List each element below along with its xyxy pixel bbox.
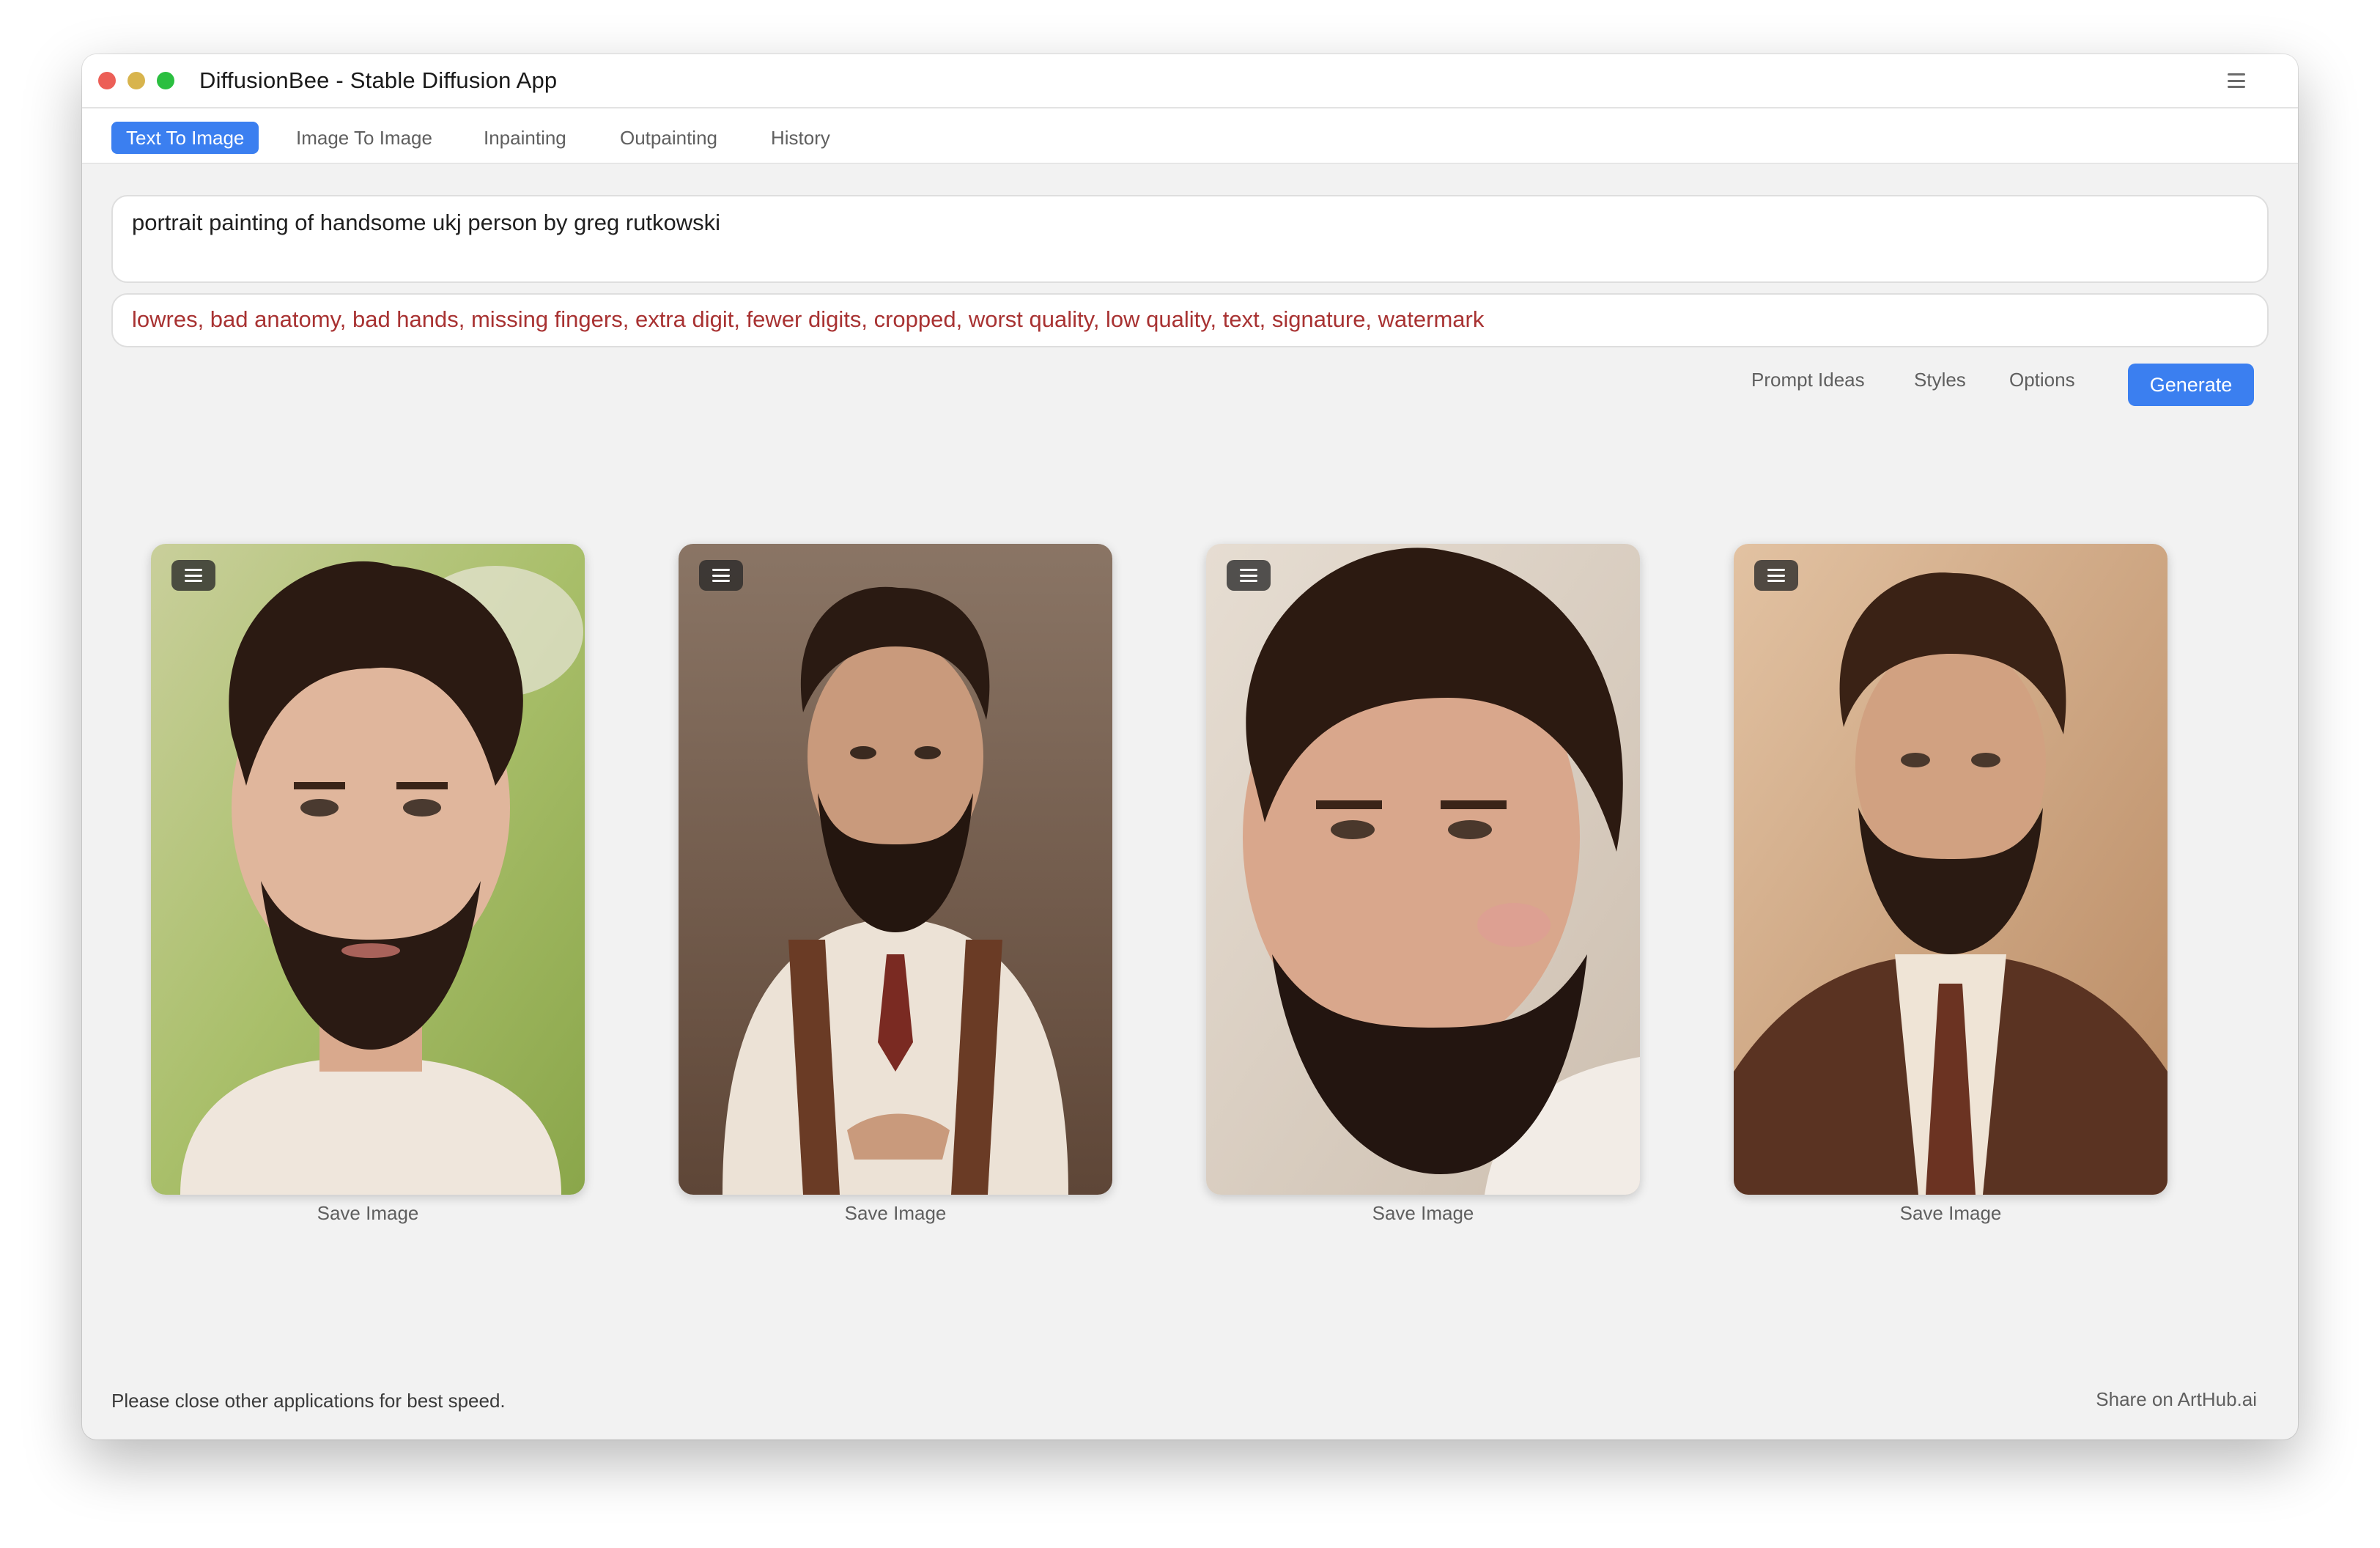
portrait-image [679, 544, 1112, 1195]
prompt-text: portrait painting of handsome ukj person… [132, 210, 720, 235]
card-menu-button[interactable] [171, 560, 215, 591]
menu-icon [185, 569, 202, 582]
share-arthub-link[interactable]: Share on ArtHub.ai [2096, 1388, 2257, 1411]
card-menu-button[interactable] [699, 560, 743, 591]
tab-inpainting[interactable]: Inpainting [484, 122, 566, 154]
status-tip: Please close other applications for best… [111, 1390, 506, 1412]
save-image-button-2[interactable]: Save Image [679, 1202, 1112, 1225]
generate-button[interactable]: Generate [2128, 364, 2254, 406]
app-window: DiffusionBee - Stable Diffusion App Text… [82, 54, 2298, 1440]
card-menu-button[interactable] [1227, 560, 1271, 591]
zoom-window-button[interactable] [157, 72, 174, 89]
styles-button[interactable]: Styles [1914, 365, 1966, 394]
prompt-input[interactable]: portrait painting of handsome ukj person… [111, 195, 2269, 283]
menu-icon [1240, 569, 1257, 582]
portrait-image [151, 544, 585, 1195]
menu-icon [1767, 569, 1785, 582]
portrait-image [1734, 544, 2168, 1195]
tab-outpainting[interactable]: Outpainting [620, 122, 717, 154]
tab-text-to-image[interactable]: Text To Image [111, 122, 259, 154]
prompt-ideas-button[interactable]: Prompt Ideas [1751, 365, 1865, 394]
minimize-window-button[interactable] [128, 72, 145, 89]
title-bar: DiffusionBee - Stable Diffusion App [82, 54, 2298, 108]
menu-icon [712, 569, 730, 582]
window-title: DiffusionBee - Stable Diffusion App [199, 67, 558, 93]
tab-history[interactable]: History [771, 122, 830, 154]
tab-image-to-image[interactable]: Image To Image [296, 122, 432, 154]
result-image-3[interactable] [1206, 544, 1640, 1195]
negative-prompt-input[interactable]: lowres, bad anatomy, bad hands, missing … [111, 293, 2269, 347]
result-image-1[interactable] [151, 544, 585, 1195]
card-menu-button[interactable] [1754, 560, 1798, 591]
hamburger-menu-icon[interactable] [2228, 73, 2245, 88]
save-image-button-4[interactable]: Save Image [1734, 1202, 2168, 1225]
portrait-image [1206, 544, 1640, 1195]
close-window-button[interactable] [98, 72, 116, 89]
result-image-2[interactable] [679, 544, 1112, 1195]
result-image-4[interactable] [1734, 544, 2168, 1195]
negative-prompt-text: lowres, bad anatomy, bad hands, missing … [132, 306, 1485, 332]
options-button[interactable]: Options [2009, 365, 2075, 394]
save-image-button-1[interactable]: Save Image [151, 1202, 585, 1225]
save-image-button-3[interactable]: Save Image [1206, 1202, 1640, 1225]
